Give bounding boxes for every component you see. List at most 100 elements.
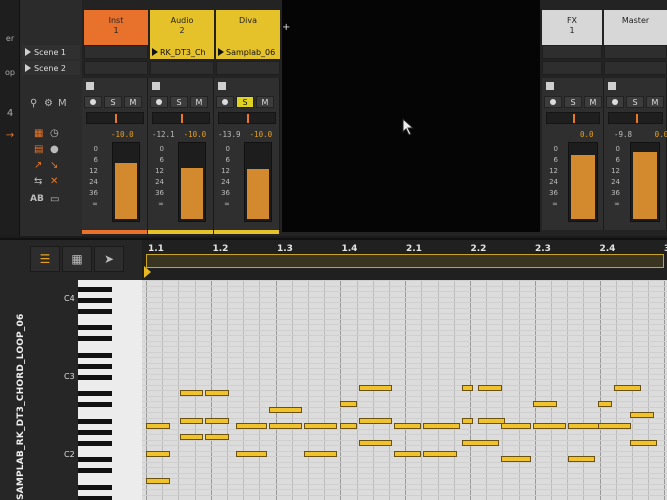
midi-note[interactable]	[205, 417, 230, 424]
stop-icon[interactable]	[608, 82, 616, 90]
black-key[interactable]	[78, 336, 112, 341]
track-header-diva[interactable]: Diva	[216, 10, 280, 46]
close-icon[interactable]: ✕	[50, 176, 58, 187]
mute-button[interactable]: M	[646, 96, 664, 108]
midi-note[interactable]	[394, 423, 422, 429]
timeline-ruler[interactable]: 1.11.21.31.42.12.22.32.43	[142, 240, 667, 284]
midi-note[interactable]	[478, 384, 502, 391]
scene-2-launch[interactable]: Scene 2	[22, 61, 80, 75]
midi-note[interactable]	[304, 450, 338, 457]
stop-icon[interactable]	[218, 82, 226, 90]
pan-knob[interactable]	[608, 112, 663, 124]
midi-note[interactable]	[423, 423, 461, 429]
clock-icon[interactable]: ◷	[50, 128, 59, 139]
grid-icon[interactable]: ▦	[62, 246, 92, 272]
midi-note[interactable]	[568, 456, 596, 462]
solo-button[interactable]: S	[236, 96, 254, 108]
midi-note[interactable]	[205, 390, 230, 396]
midi-note[interactable]	[629, 439, 657, 446]
midi-note[interactable]	[423, 450, 457, 457]
solo-button[interactable]: S	[104, 96, 122, 108]
volume-readout[interactable]: -10.0	[111, 130, 134, 139]
midi-note[interactable]	[629, 412, 654, 418]
black-key[interactable]	[78, 352, 112, 358]
midi-note[interactable]	[179, 390, 204, 396]
midi-note[interactable]	[146, 450, 170, 457]
clip-slot[interactable]	[150, 61, 214, 75]
ab-compare-icon[interactable]: AB	[30, 194, 44, 204]
midi-note[interactable]	[358, 384, 393, 391]
level-meter[interactable]	[112, 142, 140, 222]
midi-note[interactable]	[597, 401, 612, 407]
black-key[interactable]	[78, 402, 112, 407]
black-key[interactable]	[78, 374, 112, 380]
clip-slot[interactable]	[542, 45, 602, 59]
piano-keyboard[interactable]	[78, 280, 142, 500]
level-meter[interactable]	[244, 142, 272, 222]
clip-slot[interactable]	[542, 61, 602, 75]
pan-knob[interactable]	[218, 112, 276, 124]
pan-knob[interactable]	[546, 112, 600, 124]
black-key[interactable]	[78, 363, 112, 369]
midi-note[interactable]	[339, 401, 357, 407]
arm-button[interactable]	[84, 96, 102, 108]
solo-button[interactable]: S	[626, 96, 644, 108]
midi-note[interactable]	[304, 423, 338, 429]
midi-note[interactable]	[358, 439, 393, 446]
midi-note[interactable]	[568, 423, 599, 429]
level-meter[interactable]	[568, 142, 598, 222]
midi-note[interactable]	[268, 423, 303, 429]
midi-note[interactable]	[205, 434, 230, 440]
midi-note[interactable]	[179, 417, 204, 424]
midi-note[interactable]	[533, 423, 567, 429]
level-meter[interactable]	[630, 142, 660, 222]
black-key[interactable]	[78, 429, 112, 435]
midi-note[interactable]	[358, 417, 393, 424]
midi-note[interactable]	[236, 450, 267, 457]
clip-rk-dt3[interactable]: RK_DT3_Ch	[150, 45, 214, 59]
comment-icon[interactable]: ▭	[50, 194, 59, 205]
midi-note[interactable]	[533, 401, 557, 407]
midi-note[interactable]	[394, 450, 422, 457]
midi-note[interactable]	[597, 423, 631, 429]
midi-note[interactable]	[462, 417, 473, 424]
arm-button[interactable]	[216, 96, 234, 108]
curve-up-icon[interactable]: ↗	[34, 160, 42, 171]
midi-note[interactable]	[462, 384, 473, 391]
mute-button[interactable]: M	[190, 96, 208, 108]
black-key[interactable]	[78, 484, 112, 490]
black-key[interactable]	[78, 308, 112, 314]
midi-note[interactable]	[146, 478, 170, 484]
record-icon[interactable]: ●	[50, 144, 59, 155]
clip-samplab[interactable]: Samplab_06	[216, 45, 280, 59]
clip-slot[interactable]	[604, 61, 667, 75]
volume-readout[interactable]: -10.0	[184, 130, 207, 139]
stop-icon[interactable]	[546, 82, 554, 90]
pan-knob[interactable]	[86, 112, 144, 124]
stop-icon[interactable]	[86, 82, 94, 90]
black-key[interactable]	[78, 286, 112, 292]
volume-readout[interactable]: 0.0	[580, 130, 594, 139]
track-header-audio[interactable]: Audio 2	[150, 10, 214, 46]
track-header-fx[interactable]: FX 1	[542, 10, 602, 46]
midi-note[interactable]	[462, 439, 499, 446]
midi-note[interactable]	[236, 423, 267, 429]
track-header-inst[interactable]: Inst 1	[84, 10, 148, 46]
midi-note[interactable]	[146, 423, 170, 429]
loop-region[interactable]	[146, 254, 664, 268]
mute-button[interactable]: M	[124, 96, 142, 108]
stop-icon[interactable]	[152, 82, 160, 90]
volume-readout[interactable]: -10.0	[250, 130, 273, 139]
black-key[interactable]	[78, 495, 112, 500]
search-icon[interactable]: ⚲	[30, 98, 37, 109]
add-track-button[interactable]: +	[282, 22, 290, 33]
midi-note[interactable]	[339, 423, 357, 429]
note-grid[interactable]	[142, 280, 667, 500]
settings-icon[interactable]: ⚙	[44, 98, 53, 109]
list-icon[interactable]: ☰	[30, 246, 60, 272]
clip-slot[interactable]	[604, 45, 667, 59]
loop-start-marker[interactable]	[144, 266, 151, 278]
scene-1-launch[interactable]: Scene 1	[22, 45, 80, 59]
solo-button[interactable]: S	[564, 96, 582, 108]
arm-button[interactable]	[544, 96, 562, 108]
